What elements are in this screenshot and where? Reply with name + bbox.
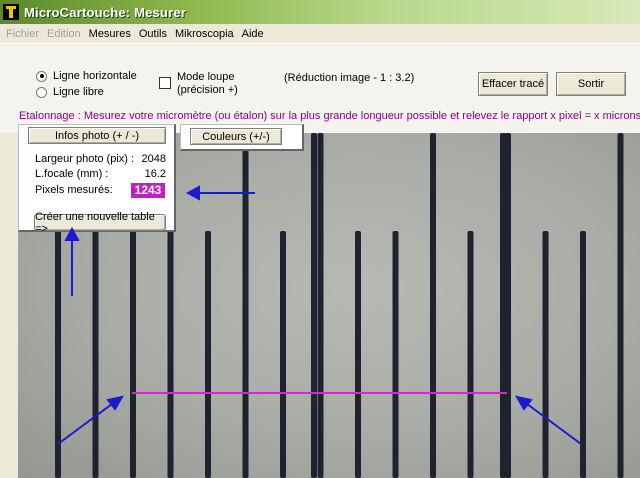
app-window: MicroCartouche: Mesurer Fichier Edition … (0, 0, 640, 478)
annotation-arrows (64, 185, 255, 296)
blue-arrow-icon (64, 185, 255, 296)
